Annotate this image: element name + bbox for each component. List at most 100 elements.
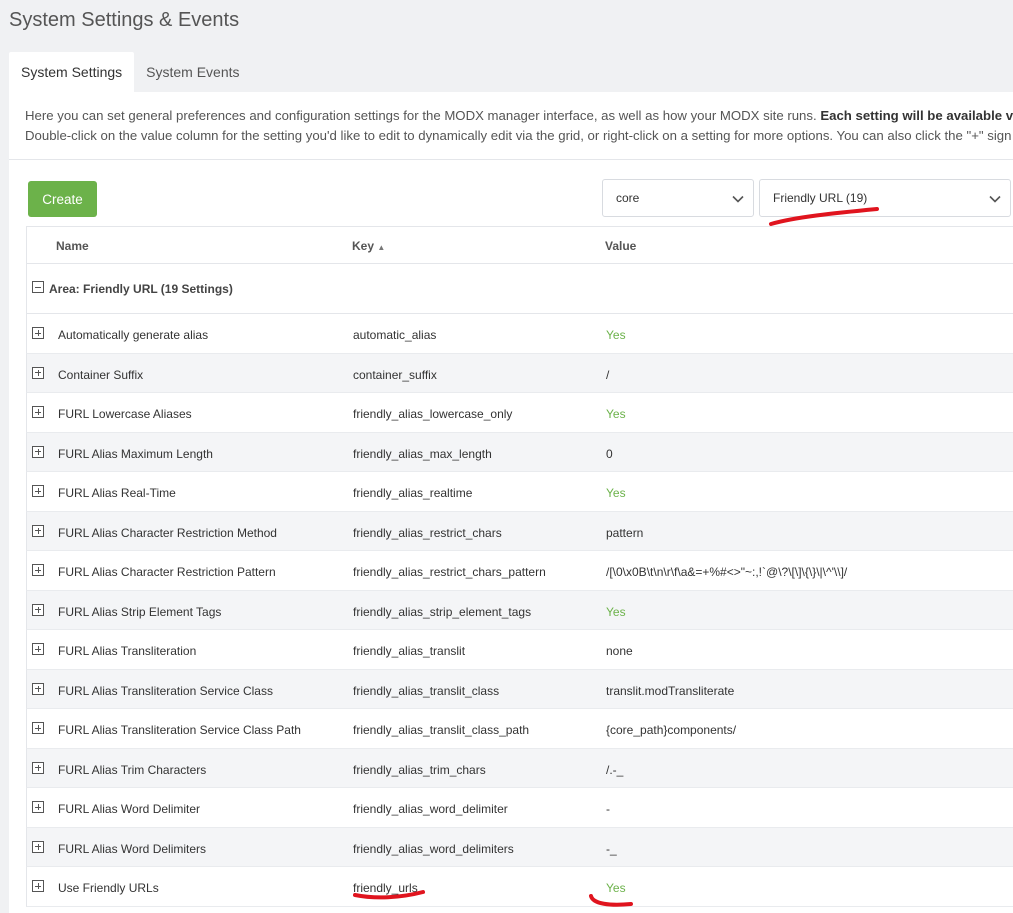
description-text: Here you can set general preferences and… (25, 106, 1013, 145)
expand-icon[interactable] (32, 366, 44, 379)
table-row[interactable]: FURL Alias Character Restriction Method f… (26, 511, 1013, 551)
table-row[interactable]: FURL Alias Word Delimiter friendly_alias_… (26, 788, 1013, 828)
expand-icon[interactable] (32, 761, 44, 774)
setting-key: friendly_alias_translit_class_path (353, 723, 530, 737)
chevron-down-icon (989, 195, 1001, 203)
expand-icon[interactable] (32, 801, 44, 813)
setting-name: FURL Alias Word Delimiter (58, 802, 201, 816)
setting-value[interactable]: Yes (606, 486, 626, 500)
table-row[interactable]: Automatically generate alias automatic_al… (26, 314, 1013, 354)
setting-name: FURL Alias Character Restriction Pattern (58, 565, 276, 579)
table-row[interactable]: FURL Alias Transliteration Service Class… (26, 669, 1013, 709)
setting-name: Automatically generate alias (58, 328, 209, 342)
table-row[interactable]: FURL Alias Word Delimiters friendly_alias… (26, 827, 1013, 867)
setting-value[interactable]: / (606, 368, 609, 382)
setting-name: Container Suffix (58, 367, 144, 382)
setting-key: friendly_alias_lowercase_only (353, 407, 513, 421)
create-button[interactable]: Create (28, 181, 97, 217)
setting-name: FURL Alias Transliteration (58, 644, 197, 658)
table-row[interactable]: FURL Alias Character Restriction Pattern… (26, 551, 1013, 591)
expand-icon[interactable] (32, 406, 44, 418)
description-bold: Each setting will be available via th (820, 108, 1013, 123)
expand-icon[interactable] (32, 327, 44, 339)
setting-key: friendly_alias_word_delimiter (353, 802, 508, 816)
table-row[interactable]: FURL Alias Strip Element Tags friendly_al… (26, 590, 1013, 630)
expand-icon[interactable] (32, 880, 44, 892)
tab-system-settings[interactable]: System Settings (9, 52, 135, 92)
setting-value[interactable]: Yes (606, 407, 626, 421)
setting-name: FURL Alias Maximum Length (58, 446, 213, 461)
expand-icon[interactable] (32, 603, 44, 616)
namespace-filter-value: core (616, 191, 640, 205)
setting-value[interactable]: Yes (606, 328, 626, 342)
settings-grid: Name Key ▲ Value Area: Friendly URL (19 … (26, 226, 1013, 907)
expand-icon[interactable] (32, 524, 44, 537)
expand-icon[interactable] (32, 682, 44, 695)
namespace-filter-select[interactable]: core (602, 179, 754, 217)
setting-key: friendly_urls (353, 881, 418, 895)
setting-value[interactable]: /[\0\x0B\t\n\r\f\a&=+%#<>"~:,!`@\?\[\]\{… (606, 565, 847, 579)
divider (9, 159, 1013, 160)
setting-value[interactable]: 0 (606, 447, 613, 461)
description-line-1: Here you can set general preferences and… (25, 108, 821, 123)
setting-name: FURL Alias Real-Time (58, 486, 176, 500)
expand-icon[interactable] (32, 485, 44, 497)
table-row[interactable]: FURL Alias Trim Characters friendly_alias… (26, 748, 1013, 788)
area-filter-value: Friendly URL (19) (773, 191, 868, 205)
setting-value[interactable]: Yes (606, 881, 626, 895)
area-filter-select[interactable]: Friendly URL (19) (759, 179, 1011, 217)
expand-icon[interactable] (32, 643, 44, 655)
setting-value[interactable]: /.-_ (606, 763, 623, 777)
table-row[interactable]: FURL Alias Real-Time friendly_alias_realt… (26, 472, 1013, 512)
setting-value[interactable]: pattern (606, 526, 643, 540)
table-row[interactable]: FURL Alias Transliteration friendly_alias… (26, 630, 1013, 670)
setting-key: friendly_alias_word_delimiters (353, 841, 514, 856)
column-header-key[interactable]: Key ▲ (352, 239, 385, 253)
setting-value[interactable]: translit.modTransliterate (606, 684, 734, 698)
setting-value[interactable]: none (606, 644, 633, 658)
table-row[interactable]: Use Friendly URLs friendly_urls Yes (26, 867, 1013, 907)
table-row[interactable]: FURL Alias Maximum Length friendly_alias_… (26, 432, 1013, 472)
setting-key: automatic_alias (353, 328, 437, 342)
setting-name: FURL Alias Word Delimiters (58, 841, 207, 856)
setting-key: friendly_alias_translit (353, 644, 466, 658)
setting-value[interactable]: Yes (606, 605, 626, 619)
collapse-icon[interactable] (32, 281, 44, 293)
table-row[interactable]: FURL Alias Transliteration Service Class… (26, 709, 1013, 749)
setting-value[interactable]: - (606, 802, 610, 816)
column-header-value[interactable]: Value (605, 239, 636, 253)
expand-icon[interactable] (32, 722, 44, 734)
column-header-key-label: Key (352, 239, 375, 253)
tab-system-events[interactable]: System Events (134, 52, 251, 92)
setting-name: FURL Lowercase Aliases (58, 407, 192, 421)
grid-header: Name Key ▲ Value (26, 226, 1013, 264)
setting-name: Use Friendly URLs (58, 881, 159, 895)
table-row[interactable]: FURL Lowercase Aliases friendly_alias_low… (26, 393, 1013, 433)
column-header-name[interactable]: Name (56, 239, 89, 253)
expand-icon[interactable] (32, 840, 44, 853)
setting-name: FURL Alias Trim Characters (58, 762, 207, 777)
setting-key: friendly_alias_trim_chars (353, 762, 486, 777)
description-line-2: Double-click on the value column for the… (25, 127, 1012, 143)
setting-key: friendly_alias_realtime (353, 486, 473, 500)
setting-key: friendly_alias_translit_class (353, 683, 500, 698)
table-row[interactable]: Container Suffix container_suffix / (26, 353, 1013, 393)
setting-name: FURL Alias Transliteration Service Class (58, 683, 273, 698)
setting-key: friendly_alias_max_length (353, 446, 492, 461)
group-row[interactable]: Area: Friendly URL (19 Settings) (26, 264, 1013, 314)
setting-key: friendly_alias_restrict_chars_pattern (353, 565, 546, 579)
chevron-down-icon (732, 195, 744, 203)
setting-key: friendly_alias_restrict_chars (353, 525, 502, 540)
setting-name: FURL Alias Strip Element Tags (58, 604, 222, 619)
settings-panel: Here you can set general preferences and… (9, 92, 1013, 913)
setting-value[interactable]: -_ (606, 842, 617, 856)
page-title: System Settings & Events (9, 9, 240, 31)
setting-key: friendly_alias_strip_element_tags (353, 604, 532, 619)
expand-icon[interactable] (32, 564, 44, 576)
expand-icon[interactable] (32, 445, 44, 458)
group-label: Area: Friendly URL (19 Settings) (49, 282, 233, 296)
grid-rows: Automatically generate alias automatic_al… (26, 314, 1013, 907)
setting-key: container_suffix (353, 367, 437, 382)
setting-value[interactable]: {core_path}components/ (606, 723, 736, 737)
sort-asc-icon: ▲ (377, 243, 386, 252)
